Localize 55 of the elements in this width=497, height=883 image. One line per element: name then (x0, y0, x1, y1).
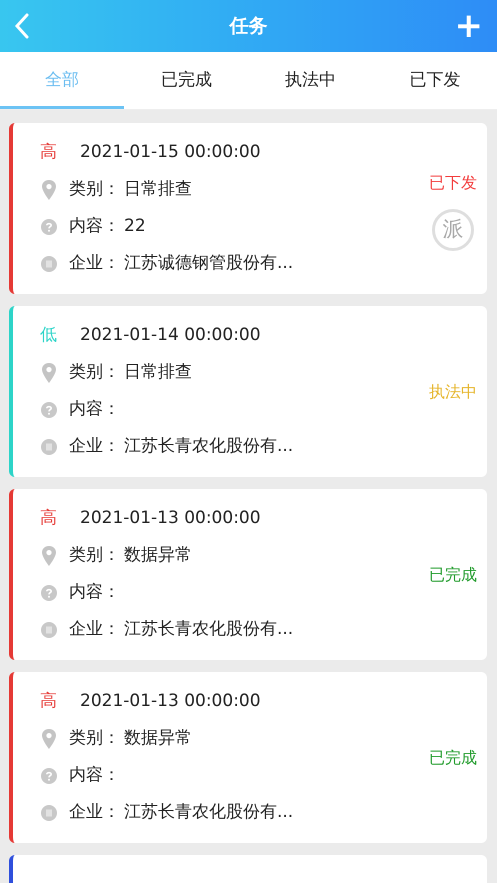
field-label: 内容： (69, 398, 120, 421)
field-label: 类别： (69, 178, 120, 201)
location-pin-icon (40, 728, 56, 750)
task-date: 2021-01-13 00:00:00 (80, 690, 261, 713)
field-label: 内容： (69, 580, 120, 604)
building-icon (40, 256, 56, 272)
field-value: 江苏诚德钢管股份有... (124, 252, 294, 275)
building-icon (40, 622, 56, 638)
field-label: 类别： (69, 544, 120, 567)
field-label: 类别： (69, 360, 120, 384)
field-value: 22 (124, 214, 146, 238)
field-label: 内容： (69, 764, 120, 787)
task-date: 2021-01-14 00:00:00 (80, 324, 261, 347)
tab[interactable]: 已完成 (124, 52, 248, 109)
task-card[interactable]: 低 2021-01-14 00:00:00 类别： 日常排查 内容： 企业： 江苏长青农化股份有... 执法中 (9, 306, 487, 477)
field-label: 企业： (69, 800, 120, 824)
question-icon (40, 584, 56, 600)
priority-label: 高 (40, 140, 58, 164)
task-date: 2021-01-13 00:00:00 (80, 506, 261, 530)
priority-label: 高 (40, 506, 58, 530)
field-value: 江苏长青农化股份有... (124, 618, 294, 641)
question-icon (40, 768, 56, 784)
question-icon (40, 218, 56, 234)
field-label: 企业： (69, 252, 120, 275)
location-pin-icon (40, 178, 56, 200)
priority-label: 高 (40, 690, 58, 713)
priority-label: 低 (40, 324, 58, 347)
status-label: 已完成 (429, 564, 477, 586)
field-label: 类别： (69, 726, 120, 750)
task-date: 2021-01-15 00:00:00 (80, 140, 261, 164)
field-label: 企业： (69, 434, 120, 458)
field-label: 内容： (69, 214, 120, 238)
field-value: 江苏长青农化股份有... (124, 434, 294, 458)
dispatch-stamp: 派 (432, 209, 474, 251)
field-value: 数据异常 (124, 544, 192, 567)
location-pin-icon (40, 362, 56, 384)
tab[interactable]: 执法中 (248, 52, 373, 109)
building-icon (40, 438, 56, 454)
status-label: 执法中 (429, 380, 477, 402)
task-card[interactable]: 高 2021-01-13 00:00:00 类别： 数据异常 内容： 企业： 江苏长青农化股份有... 已完成 (9, 489, 487, 660)
field-value: 江苏长青农化股份有... (124, 800, 294, 824)
field-label: 企业： (69, 618, 120, 641)
back-icon (14, 13, 30, 39)
status-label: 已下发 (429, 172, 477, 194)
page-title: 任务 (230, 14, 268, 39)
task-card[interactable]: 高 2021-01-15 00:00:00 类别： 日常排查 内容： 22 企业： 江苏诚德钢管股份有... 已下发 派 (9, 123, 487, 294)
question-icon (40, 402, 56, 418)
tab[interactable]: 已下发 (372, 52, 497, 109)
field-value: 日常排查 (124, 360, 192, 384)
location-pin-icon (40, 544, 56, 566)
field-value: 数据异常 (124, 726, 192, 750)
task-card[interactable]: 高 2021-01-13 00:00:00 类别： 数据异常 内容： 企业： 江苏长青农化股份有... 已完成 (9, 672, 487, 843)
field-value: 日常排查 (124, 178, 192, 201)
building-icon (40, 804, 56, 820)
status-label: 已完成 (429, 746, 477, 768)
